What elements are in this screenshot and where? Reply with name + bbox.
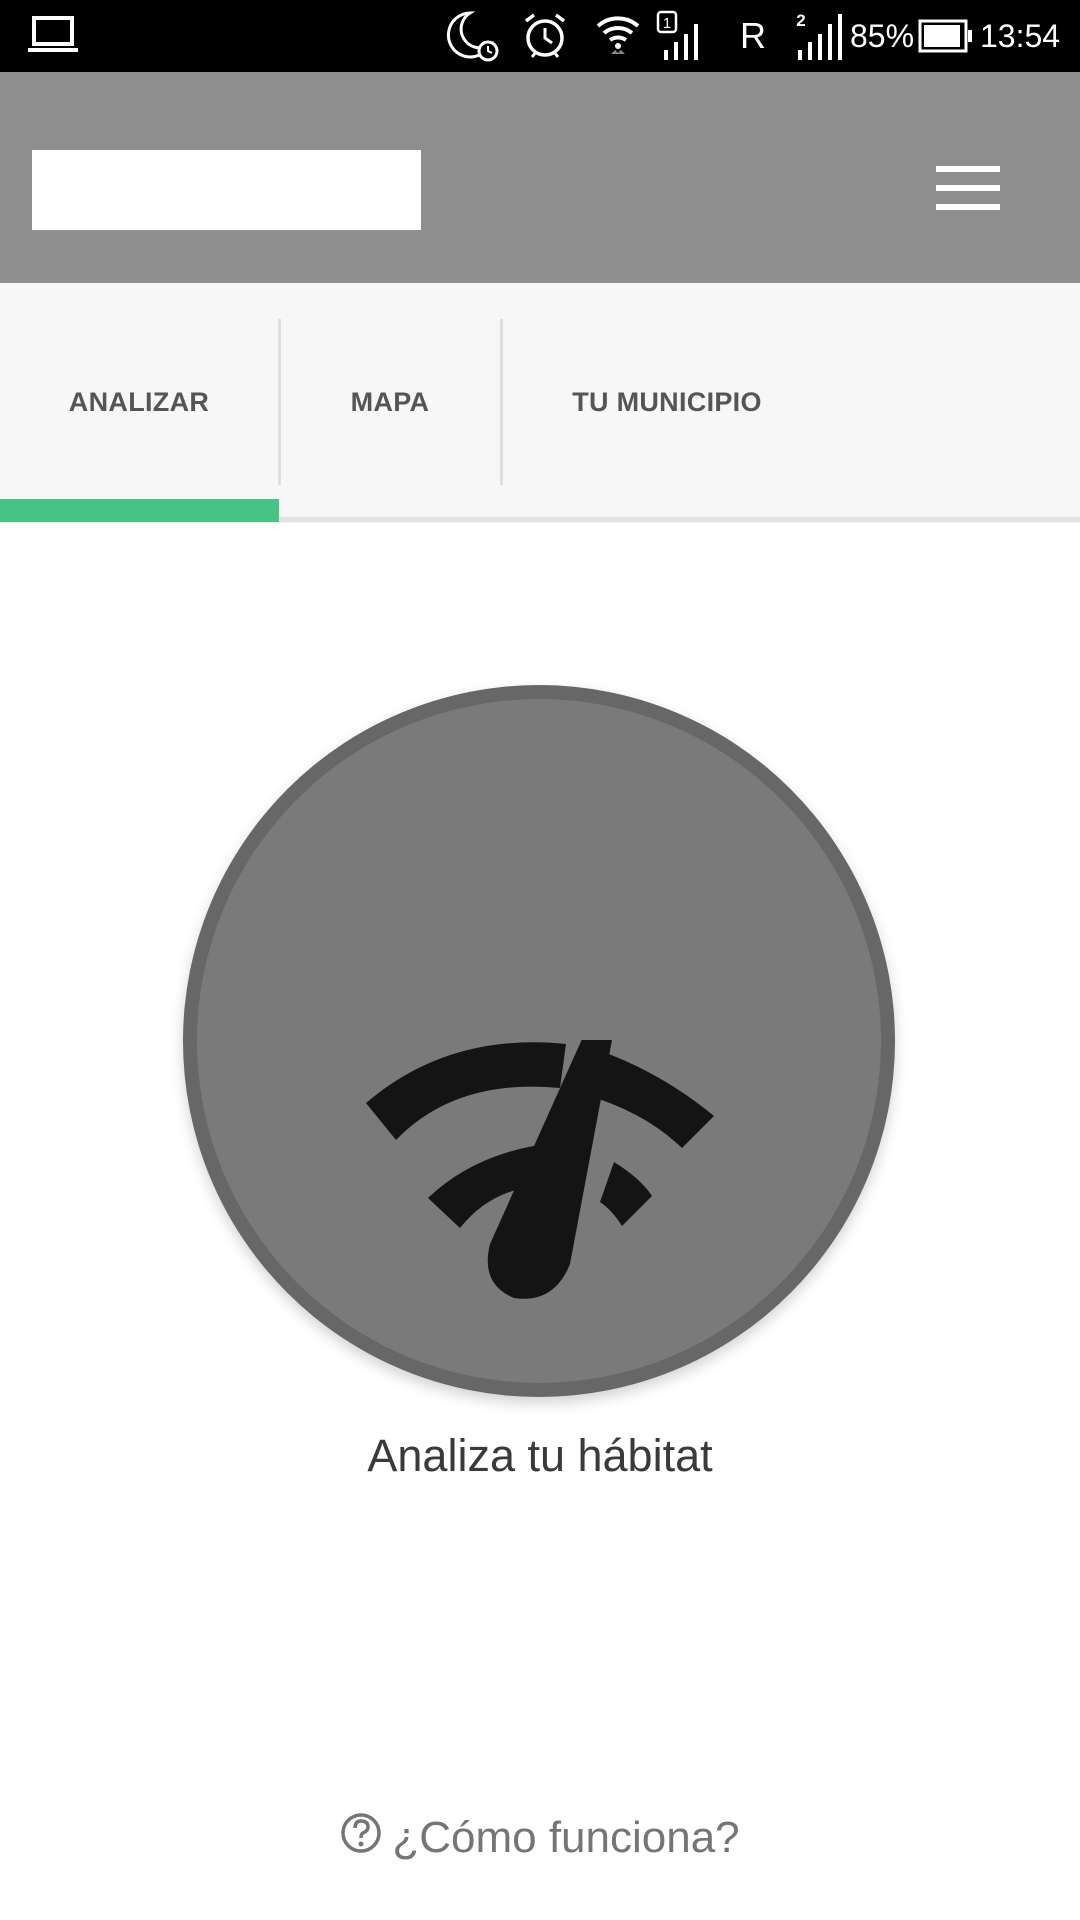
wifi-icon: [594, 0, 642, 72]
question-circle-icon: [340, 1812, 382, 1865]
clock: 13:54: [980, 17, 1061, 54]
alarm-icon: [522, 0, 568, 72]
hamburger-icon[interactable]: [926, 158, 1010, 218]
menu-bar: [936, 204, 1000, 210]
menu-bar: [936, 166, 1000, 172]
tab-analizar[interactable]: ANALIZAR: [0, 319, 278, 485]
app-header: [0, 72, 1080, 283]
speedometer-icon: [366, 1040, 714, 1299]
roaming-indicator: R: [740, 15, 766, 56]
active-tab-indicator: [0, 499, 279, 522]
logo[interactable]: [32, 150, 421, 230]
status-bar: 1 R 2 85% 13:54: [0, 0, 1080, 72]
tab-tu-municipio[interactable]: TU MUNICIPIO: [502, 319, 832, 485]
signal-icon: 1: [656, 0, 708, 72]
laptop-icon: [28, 0, 80, 72]
tab-mapa[interactable]: MAPA: [280, 319, 500, 485]
battery-icon: [918, 0, 974, 72]
signal-icon: 2: [794, 0, 846, 72]
svg-text:2: 2: [796, 11, 805, 30]
tab-bar: ANALIZAR MAPA TU MUNICIPIO: [0, 283, 1080, 523]
svg-text:1: 1: [663, 15, 671, 32]
night-mode-icon: [446, 0, 500, 72]
how-it-works-label: ¿Cómo funciona?: [392, 1813, 740, 1862]
battery-percent: 85%: [850, 17, 915, 54]
how-it-works-link[interactable]: ¿Cómo funciona?: [0, 1808, 1080, 1868]
menu-bar: [936, 185, 1000, 191]
analyze-label: Analiza tu hábitat: [367, 1430, 713, 1481]
